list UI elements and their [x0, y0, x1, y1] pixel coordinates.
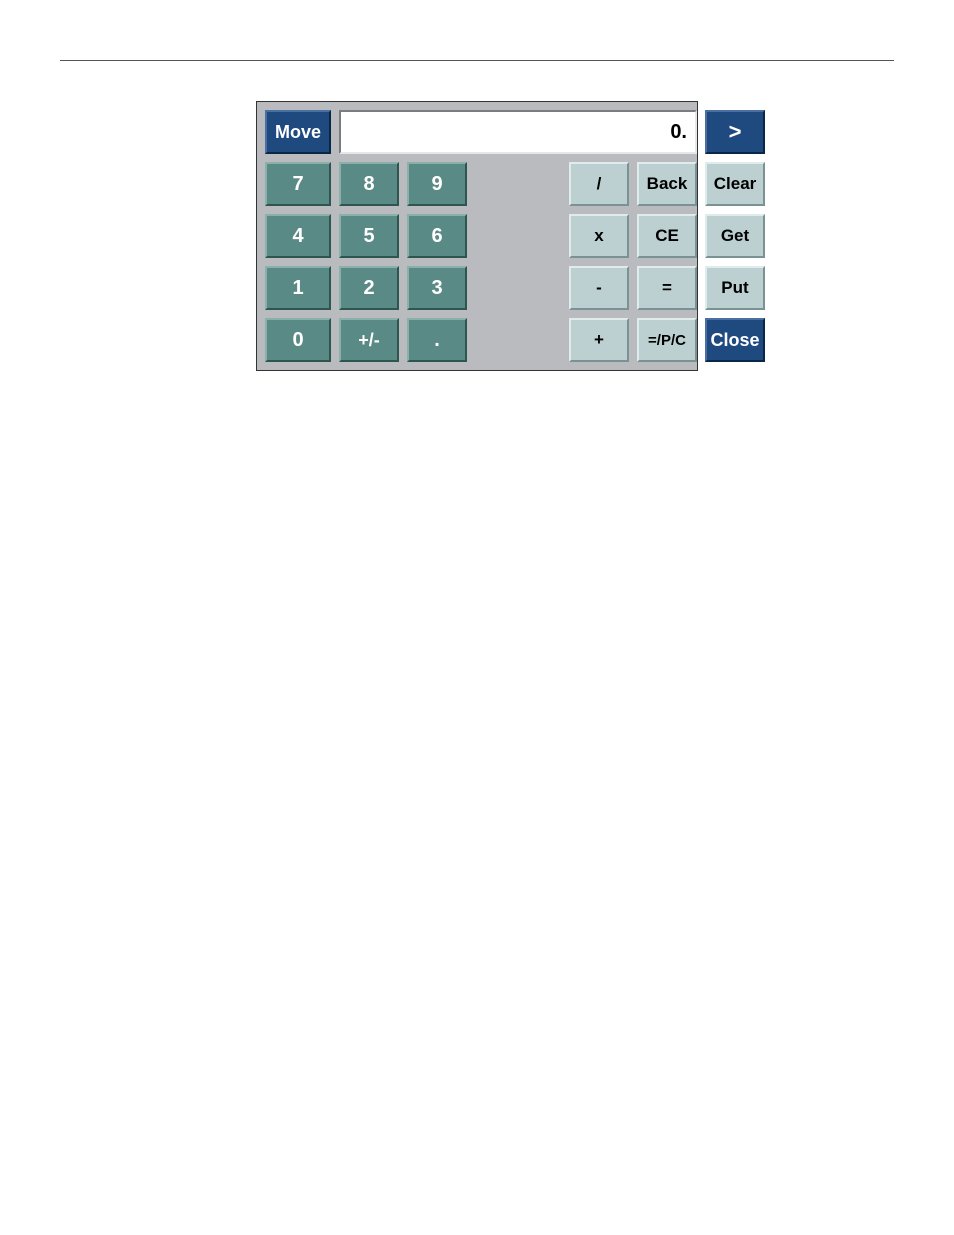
spacer [475, 318, 561, 362]
digit-9-button[interactable]: 9 [407, 162, 467, 206]
ce-button[interactable]: CE [637, 214, 697, 258]
digit-5-button[interactable]: 5 [339, 214, 399, 258]
digit-4-button[interactable]: 4 [265, 214, 331, 258]
digit-0-button[interactable]: 0 [265, 318, 331, 362]
equals-pc-button[interactable]: =/P/C [637, 318, 697, 362]
clear-button[interactable]: Clear [705, 162, 765, 206]
digit-7-button[interactable]: 7 [265, 162, 331, 206]
digit-8-button[interactable]: 8 [339, 162, 399, 206]
spacer [475, 162, 561, 206]
add-button[interactable]: + [569, 318, 629, 362]
digit-1-button[interactable]: 1 [265, 266, 331, 310]
divide-button[interactable]: / [569, 162, 629, 206]
get-button[interactable]: Get [705, 214, 765, 258]
subtract-button[interactable]: - [569, 266, 629, 310]
move-button[interactable]: Move [265, 110, 331, 154]
arrow-button[interactable]: > [705, 110, 765, 154]
spacer [475, 214, 561, 258]
close-button[interactable]: Close [705, 318, 765, 362]
digit-6-button[interactable]: 6 [407, 214, 467, 258]
multiply-button[interactable]: x [569, 214, 629, 258]
spacer [475, 266, 561, 310]
digit-2-button[interactable]: 2 [339, 266, 399, 310]
digit-3-button[interactable]: 3 [407, 266, 467, 310]
back-button[interactable]: Back [637, 162, 697, 206]
decimal-button[interactable]: . [407, 318, 467, 362]
calculator-panel: Move 0. > 7 8 9 / Back Clear 4 5 6 x CE … [256, 101, 698, 371]
divider [60, 60, 894, 61]
display-field: 0. [339, 110, 697, 154]
put-button[interactable]: Put [705, 266, 765, 310]
equals-button[interactable]: = [637, 266, 697, 310]
plus-minus-button[interactable]: +/- [339, 318, 399, 362]
